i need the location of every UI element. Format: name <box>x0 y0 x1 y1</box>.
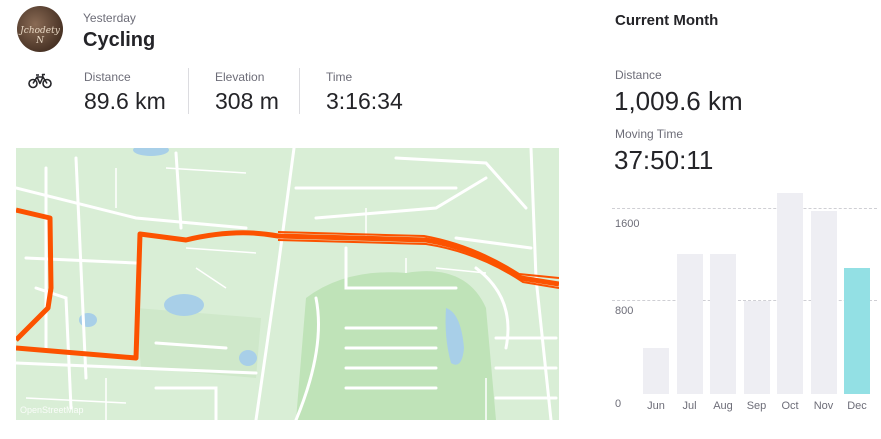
y-tick-0: 0 <box>615 398 622 410</box>
stat-distance-value: 89.6 km <box>84 88 166 114</box>
month-label-oct: Oct <box>781 400 799 412</box>
month-label-jun: Jun <box>647 400 665 412</box>
month-distance-label: Distance <box>615 68 662 82</box>
month-label-jul: Jul <box>682 400 697 412</box>
stat-divider <box>299 68 300 114</box>
route-map-graphic <box>16 148 559 420</box>
month-label-dec: Dec <box>847 400 867 412</box>
bar-oct[interactable] <box>777 193 803 394</box>
y-tick-800: 800 <box>615 305 634 317</box>
monthly-distance-chart <box>640 190 880 394</box>
activity-date: Yesterday <box>83 11 136 25</box>
current-month-title: Current Month <box>615 12 719 29</box>
month-label-sep: Sep <box>746 400 767 412</box>
bar-jun[interactable] <box>643 348 669 394</box>
stat-elevation-value: 308 m <box>215 88 279 114</box>
month-distance-value: 1,009.6 km <box>614 86 743 116</box>
stat-elevation-label: Elevation <box>215 70 265 84</box>
activity-title[interactable]: Cycling <box>83 29 155 52</box>
avatar-signature: Jchodety N <box>20 26 60 46</box>
month-label-nov: Nov <box>813 400 834 412</box>
bar-dec[interactable] <box>844 268 870 394</box>
bar-nov[interactable] <box>810 211 837 394</box>
month-label-aug: Aug <box>713 400 733 412</box>
bar-jul[interactable] <box>676 254 703 394</box>
bar-aug[interactable] <box>710 254 736 394</box>
month-moving-time-value: 37:50:11 <box>614 145 714 175</box>
route-map[interactable] <box>16 148 559 420</box>
y-tick-1600: 1600 <box>615 218 640 230</box>
bicycle-icon <box>28 73 52 89</box>
month-moving-time-label: Moving Time <box>615 127 684 141</box>
athlete-avatar[interactable]: Jchodety N <box>17 6 63 52</box>
stat-distance-label: Distance <box>84 70 131 84</box>
stat-divider <box>188 68 189 114</box>
bar-sep[interactable] <box>743 301 770 394</box>
map-attribution[interactable]: OpenStreetMap <box>20 405 84 415</box>
stat-time-value: 3:16:34 <box>326 88 403 114</box>
stat-time-label: Time <box>326 70 353 84</box>
